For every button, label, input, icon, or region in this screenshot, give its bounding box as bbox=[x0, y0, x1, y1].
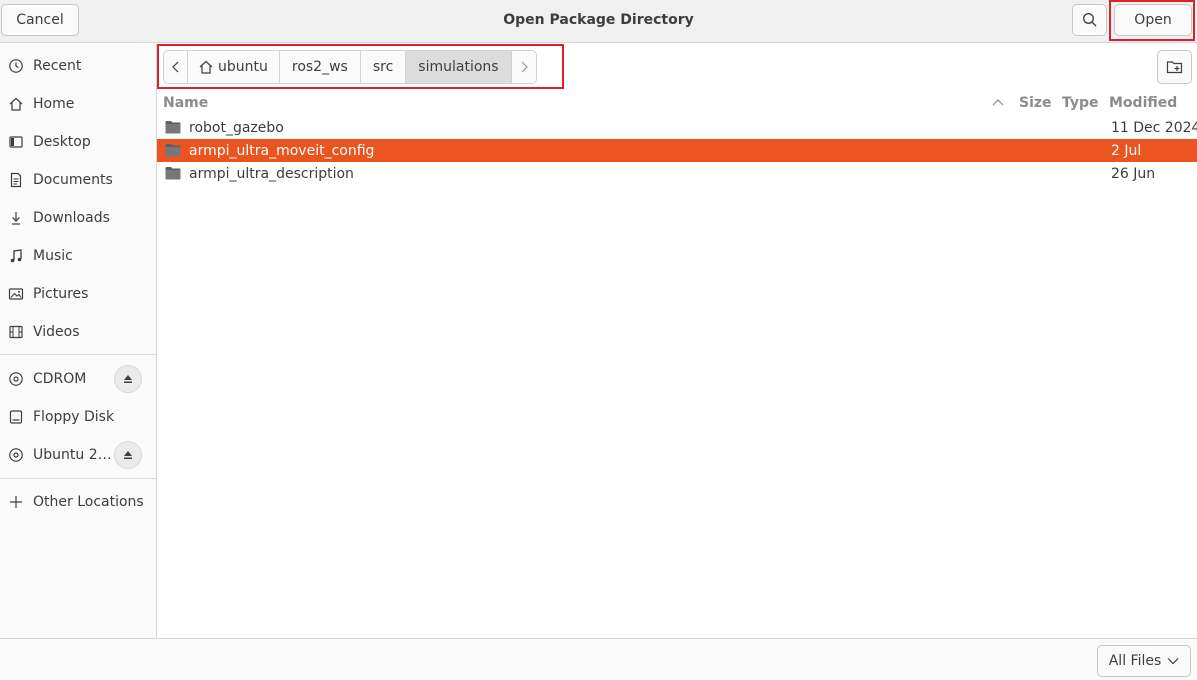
home-icon bbox=[199, 60, 213, 74]
download-icon bbox=[8, 210, 24, 226]
sidebar-item-floppy-disk[interactable]: Floppy Disk bbox=[0, 398, 156, 436]
folder-icon bbox=[165, 121, 181, 134]
eject-icon bbox=[124, 375, 132, 383]
breadcrumb-simulations[interactable]: simulations bbox=[406, 51, 512, 83]
chevron-right-icon bbox=[521, 61, 528, 73]
sidebar-item-label: CDROM bbox=[33, 371, 87, 387]
sidebar-item-pictures[interactable]: Pictures bbox=[0, 275, 156, 313]
chevron-left-icon bbox=[171, 61, 178, 73]
clock-icon bbox=[8, 58, 24, 74]
sidebar-item-documents[interactable]: Documents bbox=[0, 161, 156, 199]
sidebar-item-label: Documents bbox=[33, 172, 113, 188]
folder-icon bbox=[165, 144, 181, 157]
document-icon bbox=[8, 172, 24, 188]
file-modified: 26 Jun bbox=[1111, 165, 1156, 182]
sidebar-item-label: Home bbox=[33, 96, 75, 112]
path-back-button[interactable] bbox=[164, 51, 188, 83]
bottom-bar: All Files bbox=[0, 638, 1197, 680]
path-forward-button[interactable] bbox=[512, 51, 536, 83]
sidebar-item-other-locations[interactable]: Other Locations bbox=[0, 483, 156, 521]
sidebar-item-label: Desktop bbox=[33, 134, 91, 150]
sidebar-item-downloads[interactable]: Downloads bbox=[0, 199, 156, 237]
video-icon bbox=[8, 324, 24, 340]
header-bar: Open Package Directory Cancel Open bbox=[0, 0, 1197, 43]
sidebar-item-home[interactable]: Home bbox=[0, 85, 156, 123]
sidebar-separator bbox=[0, 354, 156, 355]
sidebar-item-label: Downloads bbox=[33, 210, 110, 226]
file-name: armpi_ultra_description bbox=[189, 165, 354, 182]
eject-button[interactable] bbox=[114, 441, 142, 469]
sidebar-item-music[interactable]: Music bbox=[0, 237, 156, 275]
sidebar: Recent Home Desktop Documents Downloads … bbox=[0, 44, 157, 638]
chevron-down-icon bbox=[1167, 658, 1179, 665]
sidebar-item-videos[interactable]: Videos bbox=[0, 313, 156, 351]
sidebar-item-label: Videos bbox=[33, 324, 80, 340]
file-list-header: Name Size Type Modified bbox=[157, 91, 1197, 116]
file-row[interactable]: robot_gazebo 11 Dec 2024 bbox=[157, 116, 1197, 139]
column-modified[interactable]: Modified bbox=[1109, 95, 1177, 111]
open-button[interactable]: Open bbox=[1114, 4, 1192, 36]
breadcrumb-label: ubuntu bbox=[218, 59, 268, 75]
home-icon bbox=[8, 96, 24, 112]
path-bar: ubuntu ros2_ws src simulations bbox=[163, 50, 537, 84]
folder-icon bbox=[165, 167, 181, 180]
eject-icon bbox=[124, 451, 132, 459]
new-folder-button[interactable] bbox=[1157, 50, 1192, 84]
cancel-button[interactable]: Cancel bbox=[1, 4, 79, 36]
file-row[interactable]: armpi_ultra_description 26 Jun bbox=[157, 162, 1197, 185]
music-icon bbox=[8, 248, 24, 264]
sidebar-item-desktop[interactable]: Desktop bbox=[0, 123, 156, 161]
sidebar-item-label: Music bbox=[33, 248, 73, 264]
sidebar-separator bbox=[0, 478, 156, 479]
new-folder-icon bbox=[1166, 61, 1182, 74]
sort-ascending-icon bbox=[992, 99, 1004, 106]
breadcrumb-ubuntu[interactable]: ubuntu bbox=[188, 51, 280, 83]
column-size[interactable]: Size bbox=[1019, 95, 1052, 111]
plus-icon bbox=[8, 494, 24, 510]
breadcrumb-ros2-ws[interactable]: ros2_ws bbox=[280, 51, 361, 83]
sidebar-item-label: Floppy Disk bbox=[33, 409, 115, 425]
file-name: armpi_ultra_moveit_config bbox=[189, 142, 375, 159]
file-name: robot_gazebo bbox=[189, 119, 284, 136]
disc-icon bbox=[8, 371, 24, 387]
file-row[interactable]: armpi_ultra_moveit_config 2 Jul bbox=[157, 139, 1197, 162]
sidebar-item-recent[interactable]: Recent bbox=[0, 47, 156, 85]
sidebar-item-label: Recent bbox=[33, 58, 82, 74]
column-name[interactable]: Name bbox=[163, 95, 208, 111]
dialog-title: Open Package Directory bbox=[503, 12, 694, 28]
picture-icon bbox=[8, 286, 24, 302]
breadcrumb-src[interactable]: src bbox=[361, 51, 407, 83]
sidebar-item-label: Pictures bbox=[33, 286, 89, 302]
file-modified: 11 Dec 2024 bbox=[1111, 119, 1197, 136]
search-icon bbox=[1082, 13, 1096, 27]
sidebar-item-label: Other Locations bbox=[33, 494, 144, 510]
file-filter-dropdown[interactable]: All Files bbox=[1097, 645, 1191, 677]
search-button[interactable] bbox=[1072, 4, 1107, 36]
file-modified: 2 Jul bbox=[1111, 142, 1142, 159]
drive-icon bbox=[8, 409, 24, 425]
column-type[interactable]: Type bbox=[1062, 95, 1099, 111]
disc-icon bbox=[8, 447, 24, 463]
eject-button[interactable] bbox=[114, 365, 142, 393]
file-filter-label: All Files bbox=[1108, 653, 1162, 669]
sidebar-item-label: Ubuntu 2… bbox=[33, 447, 112, 463]
desktop-icon bbox=[8, 134, 24, 150]
